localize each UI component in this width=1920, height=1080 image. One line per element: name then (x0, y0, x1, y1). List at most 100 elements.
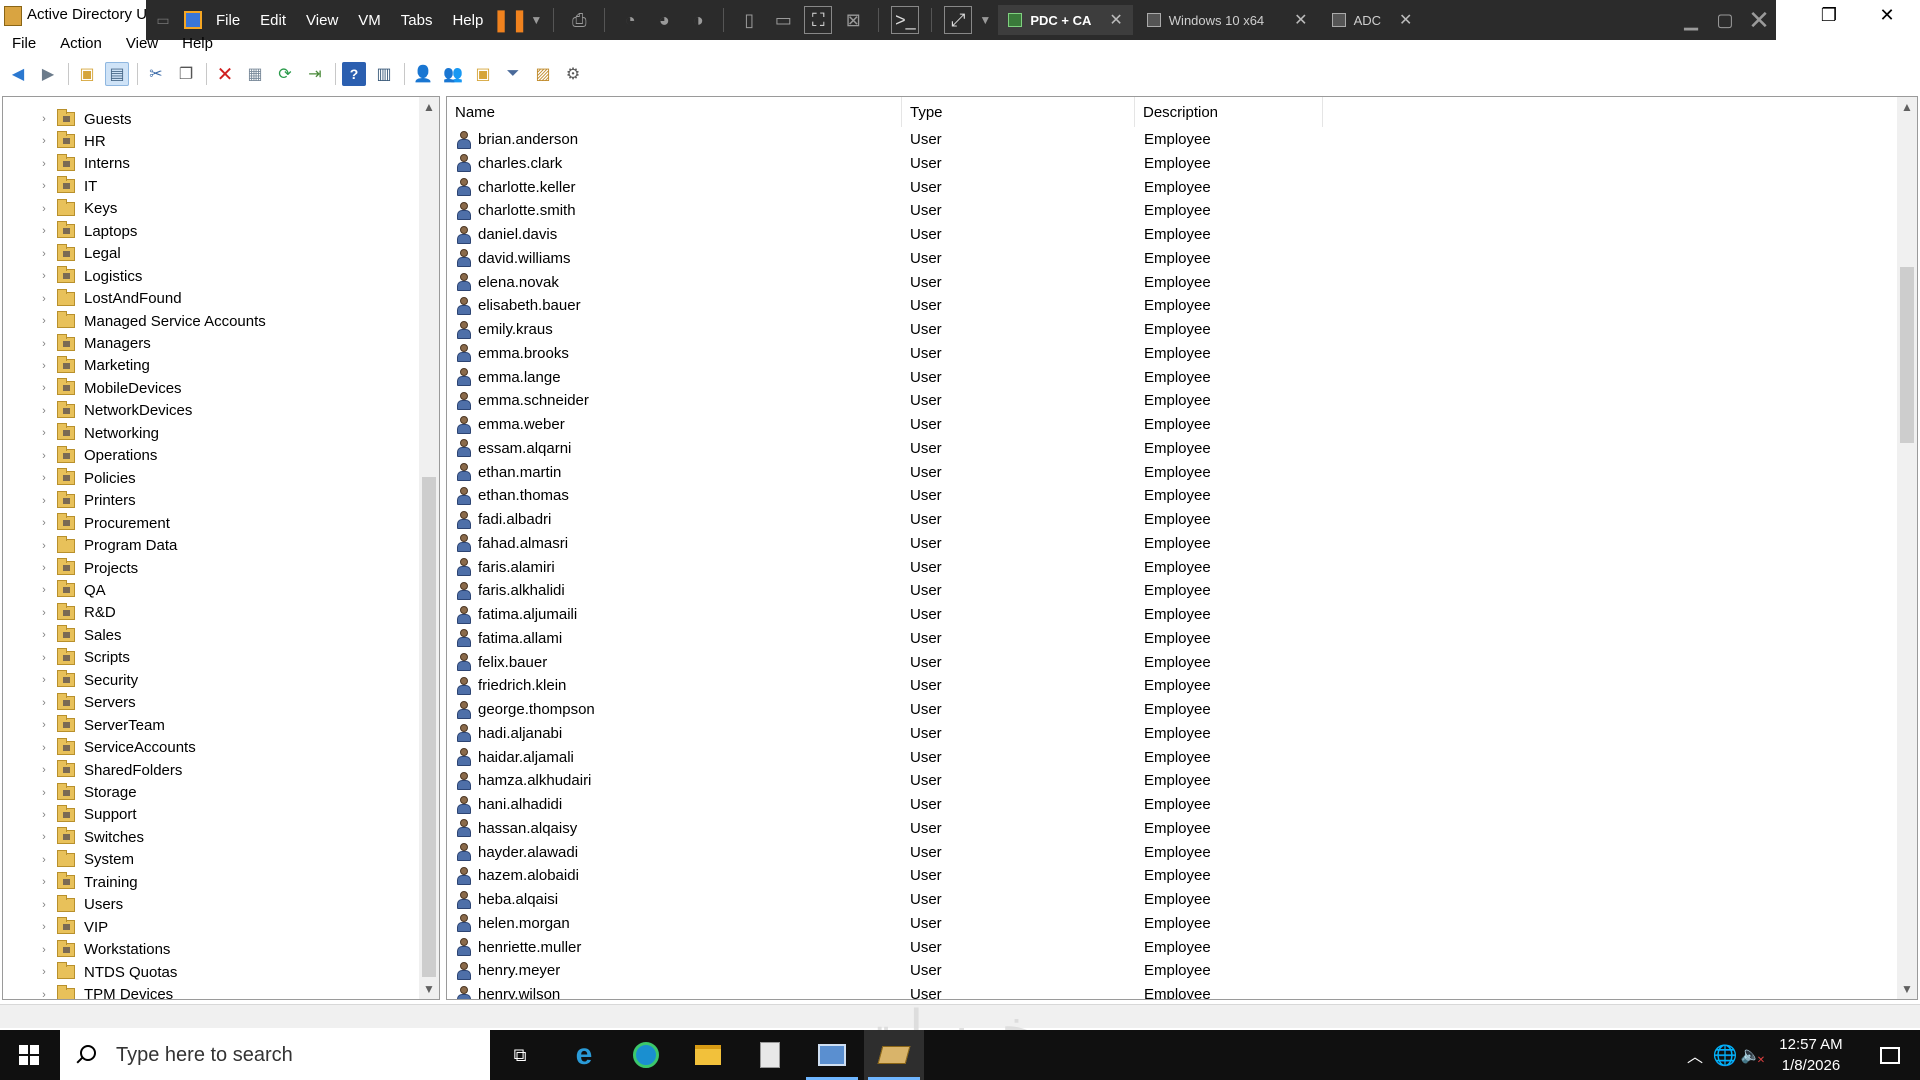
tree-item[interactable]: › Procurement (3, 512, 170, 534)
tree-item[interactable]: › ServerTeam (3, 714, 165, 736)
snapshot-manager-icon[interactable]: ◑ (681, 3, 715, 37)
send-ctrl-alt-del-icon[interactable]: ⎙ (562, 3, 596, 37)
table-row[interactable]: brian.anderson User Employee (447, 128, 1897, 151)
expand-chevron-icon[interactable]: › (37, 652, 51, 664)
expand-chevron-icon[interactable]: › (37, 809, 51, 821)
expand-chevron-icon[interactable]: › (37, 831, 51, 843)
tree-item[interactable]: › SharedFolders (3, 759, 182, 781)
vm-tab-pdc-ca[interactable]: PDC + CA ✕ (998, 5, 1133, 35)
expand-chevron-icon[interactable]: › (37, 742, 51, 754)
expand-chevron-icon[interactable]: › (37, 719, 51, 731)
table-row[interactable]: emma.schneider User Employee (447, 389, 1897, 412)
tree-item[interactable]: › Switches (3, 826, 144, 848)
tree-item[interactable]: › NetworkDevices (3, 400, 192, 422)
show-hidden-icons-icon[interactable]: ︿ (1682, 1030, 1708, 1080)
table-row[interactable]: hani.alhadidi User Employee (447, 793, 1897, 816)
tree-item[interactable]: › Networking (3, 422, 159, 444)
new-group-icon[interactable]: 👥 (441, 62, 465, 86)
tree-item[interactable]: › Laptops (3, 220, 137, 242)
restore-icon[interactable]: ❐ (1800, 0, 1858, 30)
revert-snapshot-icon[interactable]: ◕ (647, 3, 681, 37)
menu-action[interactable]: Action (48, 35, 114, 52)
table-row[interactable]: charlotte.keller User Employee (447, 176, 1897, 199)
expand-chevron-icon[interactable]: › (37, 158, 51, 170)
table-row[interactable]: charles.clark User Employee (447, 152, 1897, 175)
table-row[interactable]: henry.wilson User Employee (447, 983, 1897, 999)
tree-item[interactable]: › NTDS Quotas (3, 961, 177, 983)
expand-chevron-icon[interactable]: › (37, 517, 51, 529)
table-row[interactable]: haidar.aljamali User Employee (447, 746, 1897, 769)
expand-chevron-icon[interactable]: › (37, 629, 51, 641)
table-row[interactable]: emma.brooks User Employee (447, 342, 1897, 365)
menu-file[interactable]: File (0, 35, 48, 52)
vm-close-icon[interactable]: ✕ (1742, 3, 1776, 37)
table-row[interactable]: david.williams User Employee (447, 247, 1897, 270)
new-ou-icon[interactable]: ▣ (471, 62, 495, 86)
edge-button[interactable] (616, 1030, 676, 1080)
tree-item[interactable]: › Legal (3, 243, 121, 265)
table-row[interactable]: friedrich.klein User Employee (447, 674, 1897, 697)
close-icon[interactable]: ✕ (1858, 0, 1916, 30)
expand-chevron-icon[interactable]: › (37, 248, 51, 260)
table-row[interactable]: helen.morgan User Employee (447, 912, 1897, 935)
tree-item[interactable]: › HR (3, 130, 106, 152)
unity-icon[interactable]: ⊠ (836, 3, 870, 37)
table-row[interactable]: ethan.martin User Employee (447, 461, 1897, 484)
volume-muted-icon[interactable]: 🔈 ✕ (1740, 1030, 1766, 1080)
table-row[interactable]: hadi.aljanabi User Employee (447, 722, 1897, 745)
tree-item[interactable]: › Managed Service Accounts (3, 310, 266, 332)
table-row[interactable]: hassan.alqaisy User Employee (447, 817, 1897, 840)
forward-icon[interactable]: ▶ (36, 62, 60, 86)
expand-chevron-icon[interactable]: › (37, 113, 51, 125)
expand-chevron-icon[interactable]: › (37, 989, 51, 999)
column-header-name[interactable]: Name (447, 97, 902, 127)
expand-chevron-icon[interactable]: › (37, 293, 51, 305)
table-row[interactable]: henriette.muller User Employee (447, 936, 1897, 959)
tree-item[interactable]: › Program Data (3, 535, 177, 557)
vm-restore-icon[interactable]: ▢ (1708, 3, 1742, 37)
tree-item[interactable]: › MobileDevices (3, 377, 182, 399)
menu-view[interactable]: View (114, 35, 170, 52)
vm-minimize-icon[interactable]: ▁ (1674, 3, 1708, 37)
tree-item[interactable]: › Scripts (3, 647, 130, 669)
tree-item[interactable]: › Printers (3, 490, 136, 512)
refresh-icon[interactable]: ⟳ (273, 62, 297, 86)
delete-icon[interactable]: ✕ (213, 62, 237, 86)
table-row[interactable]: fatima.allami User Employee (447, 627, 1897, 650)
help-icon[interactable]: ? (342, 62, 366, 86)
close-tab-icon[interactable]: ✕ (1294, 10, 1307, 30)
up-folder-icon[interactable]: ▣ (75, 62, 99, 86)
tree-item[interactable]: › Users (3, 894, 123, 916)
properties-icon[interactable]: ▦ (243, 62, 267, 86)
export-list-icon[interactable]: ⇥ (303, 62, 327, 86)
stretch-dropdown-icon[interactable]: ▼ (976, 3, 994, 37)
tree-item[interactable]: › IT (3, 175, 97, 197)
tree-item[interactable]: › ServiceAccounts (3, 737, 196, 759)
table-row[interactable]: emma.lange User Employee (447, 366, 1897, 389)
table-row[interactable]: heba.alqaisi User Employee (447, 888, 1897, 911)
vm-menu-file[interactable]: File (206, 12, 250, 29)
tree-item[interactable]: › Security (3, 669, 138, 691)
snapshot-icon[interactable]: ◔ (613, 3, 647, 37)
tree-item[interactable]: › Sales (3, 624, 122, 646)
show-tree-icon[interactable]: ▤ (105, 62, 129, 86)
task-view-button[interactable]: ⧉ (490, 1030, 550, 1080)
expand-chevron-icon[interactable]: › (37, 876, 51, 888)
console-icon[interactable]: >_ (891, 6, 920, 34)
expand-chevron-icon[interactable]: › (37, 966, 51, 978)
expand-chevron-icon[interactable]: › (37, 135, 51, 147)
table-row[interactable]: george.thompson User Employee (447, 698, 1897, 721)
table-row[interactable]: hayder.alawadi User Employee (447, 841, 1897, 864)
tree-scrollbar[interactable]: ▲ ▼ (419, 97, 439, 999)
table-row[interactable]: henry.meyer User Employee (447, 959, 1897, 982)
expand-chevron-icon[interactable]: › (37, 203, 51, 215)
thumbnail-bar-icon[interactable]: ▭ (766, 3, 800, 37)
tree-item[interactable]: › Managers (3, 333, 151, 355)
expand-chevron-icon[interactable]: › (37, 562, 51, 574)
expand-chevron-icon[interactable]: › (37, 787, 51, 799)
table-row[interactable]: faris.alamiri User Employee (447, 556, 1897, 579)
table-row[interactable]: ethan.thomas User Employee (447, 484, 1897, 507)
expand-chevron-icon[interactable]: › (37, 360, 51, 372)
column-header-type[interactable]: Type (902, 97, 1135, 127)
tree-item[interactable]: › VIP (3, 916, 108, 938)
